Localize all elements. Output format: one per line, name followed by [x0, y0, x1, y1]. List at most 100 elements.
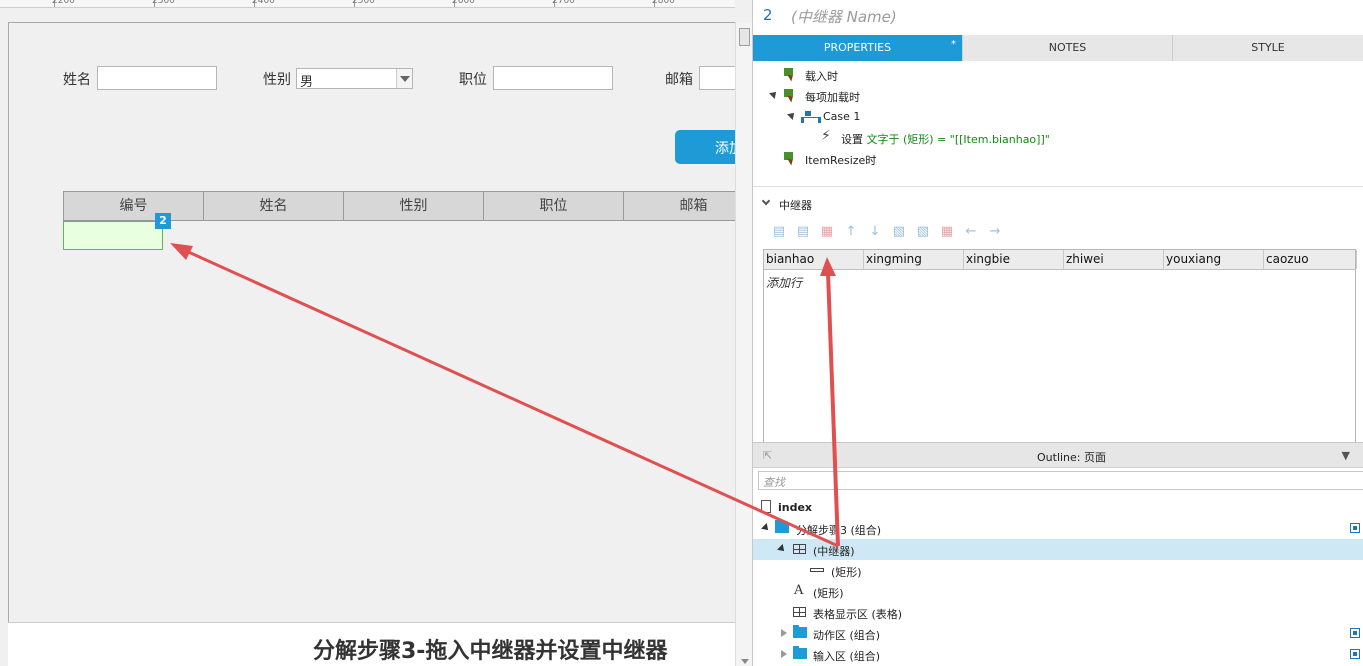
dataset-grid[interactable]: bianhao xingming xingbie zhiwei youxiang… [763, 249, 1357, 443]
event-on-load[interactable]: 载入时 [805, 68, 838, 84]
visibility-checkbox[interactable] [1350, 649, 1360, 659]
outline-header: ⇱ Outline: 页面 ▼ [753, 442, 1363, 468]
horizontal-ruler: 2200 2300 2400 2500 2600 2700 2800 [0, 0, 735, 8]
widget-number: 2 [763, 6, 773, 24]
step-caption: 分解步骤3-拖入中继器并设置中继器 [313, 639, 668, 664]
repeater-dataset-section: 中继器 ▤ ▤ ▦ ↑ ↓ ▧ ▧ ▦ ← → bianhao xingming… [753, 186, 1363, 443]
outline-item-label: (矩形) [813, 587, 844, 600]
page-icon [761, 500, 771, 513]
outline-item-text[interactable]: A (矩形) [753, 581, 1363, 602]
expand-icon[interactable] [781, 629, 787, 637]
dataset-column[interactable]: youxiang [1164, 250, 1264, 269]
move-right-icon[interactable]: → [983, 225, 1007, 239]
move-left-icon[interactable]: ← [959, 225, 983, 239]
outline-item-label: 分解步骤3 (组合) [796, 524, 882, 537]
ruler-label: 2800 [652, 0, 675, 6]
tab-style[interactable]: STYLE [1173, 35, 1363, 61]
outline-item-label: (矩形) [831, 566, 862, 579]
dataset-column[interactable]: bianhao [764, 250, 864, 269]
dataset-column[interactable]: xingming [864, 250, 964, 269]
dataset-column[interactable]: xingbie [964, 250, 1064, 269]
page-border [8, 22, 9, 622]
folder-icon [775, 520, 789, 533]
outline-item-label: (中继器) [813, 545, 855, 558]
event-on-item-resize[interactable]: ItemResize时 [805, 152, 876, 168]
ruler-label: 2500 [352, 0, 375, 6]
add-column-icon[interactable]: ▧ [911, 225, 935, 239]
ruler-label: 2300 [152, 0, 175, 6]
expand-icon[interactable] [777, 544, 787, 554]
delete-row-icon[interactable]: ▦ [815, 225, 839, 239]
tab-label: NOTES [1048, 41, 1087, 54]
outline-search-input[interactable]: 查找 [758, 471, 1363, 490]
vertical-scrollbar[interactable] [735, 22, 752, 666]
rectangle-icon [810, 568, 824, 572]
chevron-down-icon[interactable] [761, 196, 771, 206]
folder-icon [793, 625, 807, 638]
outline-item-label: 输入区 (组合) [813, 650, 881, 663]
event-icon [784, 152, 798, 166]
expand-icon[interactable] [787, 110, 797, 120]
tab-notes[interactable]: NOTES [963, 35, 1173, 61]
outline-title: Outline: 页面 [1037, 451, 1106, 464]
outline-item-repeater[interactable]: (中继器) [753, 539, 1363, 560]
expand-icon[interactable] [769, 89, 779, 99]
expand-icon[interactable] [781, 650, 787, 658]
case-item[interactable]: Case 1 [823, 110, 860, 123]
position-label: 职位 [459, 72, 487, 88]
dataset-column[interactable]: zhiwei [1064, 250, 1164, 269]
repeater-badge: 2 [155, 213, 171, 229]
tab-label: STYLE [1251, 41, 1285, 54]
dataset-column[interactable]: caozuo [1264, 250, 1357, 269]
outline-item-label: 表格显示区 (表格) [813, 608, 903, 621]
name-input[interactable] [97, 66, 217, 90]
outline-item-action-group[interactable]: 动作区 (组合) [753, 623, 1363, 644]
action-bolt-icon: ⚡ [821, 128, 831, 144]
ruler-label: 2700 [552, 0, 575, 6]
table-icon [793, 607, 806, 617]
insert-row-icon[interactable]: ▤ [767, 225, 791, 239]
move-down-icon[interactable]: ↓ [863, 225, 887, 239]
chevron-down-icon[interactable] [396, 69, 412, 88]
filter-icon[interactable]: ▼ [1342, 449, 1350, 462]
table-header-cell: 性别 [344, 192, 484, 220]
outline-item-index[interactable]: index [753, 497, 1363, 518]
scrollbar-thumb[interactable] [739, 28, 750, 46]
visibility-checkbox[interactable] [1350, 523, 1360, 533]
inspector-tabs: PROPERTIES * NOTES STYLE [753, 35, 1363, 61]
outline-item-label: index [778, 501, 813, 514]
move-up-icon[interactable]: ↑ [839, 225, 863, 239]
position-input[interactable] [493, 66, 613, 90]
repeater-widget[interactable] [63, 221, 163, 250]
delete-column-icon[interactable]: ▦ [935, 225, 959, 239]
event-on-item-load[interactable]: 每项加载时 [805, 89, 860, 105]
expand-icon[interactable] [761, 523, 771, 533]
visibility-checkbox[interactable] [1350, 628, 1360, 638]
gender-select-value: 男 [300, 75, 314, 90]
add-row-icon[interactable]: ▤ [791, 225, 815, 239]
table-header-cell: 编号 [64, 192, 204, 220]
outline-item-input-group[interactable]: 输入区 (组合) [753, 644, 1363, 665]
action-item[interactable]: 设置 文字于 (矩形) = "[[Item.bianhao]]" [841, 131, 1050, 147]
tab-properties[interactable]: PROPERTIES * [753, 35, 963, 61]
name-label: 姓名 [63, 72, 91, 88]
design-canvas[interactable]: 2200 2300 2400 2500 2600 2700 2800 姓名 性别… [0, 0, 752, 666]
collapse-icon[interactable]: ⇱ [763, 449, 772, 462]
text-icon: A [794, 583, 804, 598]
outline-item-rect[interactable]: (矩形) [753, 560, 1363, 581]
table-header-cell: 姓名 [204, 192, 344, 220]
event-icon [784, 89, 798, 103]
action-prefix: 设置 [841, 133, 863, 146]
add-row-link[interactable]: 添加行 [766, 274, 802, 291]
insert-column-icon[interactable]: ▧ [887, 225, 911, 239]
outline-item-group[interactable]: 分解步骤3 (组合) [753, 518, 1363, 539]
widget-name-field[interactable]: (中继器 Name) [791, 6, 897, 27]
tab-label: PROPERTIES [823, 41, 892, 54]
repeater-icon [793, 544, 806, 554]
gender-select[interactable]: 男 [296, 68, 413, 90]
outline-item-table[interactable]: 表格显示区 (表格) [753, 602, 1363, 623]
dataset-header: bianhao xingming xingbie zhiwei youxiang… [764, 250, 1357, 270]
email-label: 邮箱 [665, 72, 693, 88]
inspector-panel: 2 (中继器 Name) PROPERTIES * NOTES STYLE 载入… [752, 0, 1363, 666]
scroll-down-icon[interactable] [741, 659, 749, 664]
